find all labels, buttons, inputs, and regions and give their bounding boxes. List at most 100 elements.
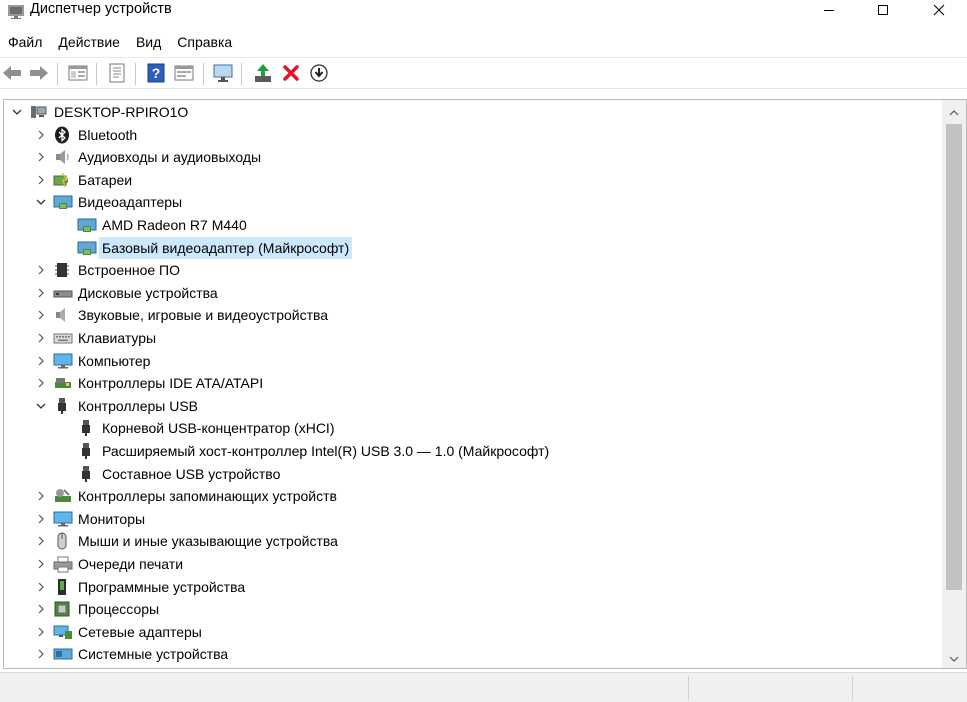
tree-category[interactable]: Звуковые, игровые и видеоустройства	[4, 304, 934, 326]
chevron-down-icon[interactable]	[10, 105, 24, 119]
display-adapter-icon	[53, 193, 73, 211]
tree-device-item[interactable]: Базовый видеоадаптер (Майкрософт)	[4, 236, 934, 259]
tree-category[interactable]: Программные устройства	[4, 576, 934, 598]
tree-item-label: Программные устройства	[78, 578, 246, 595]
tree-device-item[interactable]: AMD Radeon R7 M440	[4, 214, 934, 236]
tree-item-label: Батареи	[78, 171, 133, 188]
vertical-scrollbar[interactable]	[942, 100, 966, 668]
tree-category[interactable]: Клавиатуры	[4, 327, 934, 349]
scroll-down-button[interactable]	[942, 646, 966, 668]
chevron-right-icon[interactable]	[34, 534, 48, 548]
tree-device-item[interactable]: Составное USB устройство	[4, 463, 934, 485]
tree-category[interactable]: Bluetooth	[4, 124, 934, 146]
tree-item-label: Мониторы	[78, 510, 146, 527]
tree-root-computer[interactable]: DESKTOP-RPIRO1O	[4, 101, 934, 123]
chevron-right-icon[interactable]	[34, 263, 48, 277]
chevron-right-icon[interactable]	[34, 308, 48, 322]
tree-category[interactable]: Встроенное ПО	[4, 259, 934, 281]
tree-item-label: Встроенное ПО	[78, 262, 180, 279]
menu-help[interactable]: Справка	[169, 30, 240, 54]
device-manager-icon	[7, 3, 25, 19]
close-button[interactable]	[916, 0, 962, 22]
ide-controller-icon	[53, 374, 71, 392]
tree-item-label: Расширяемый хост-контроллер Intel(R) USB…	[102, 443, 550, 459]
chevron-right-icon[interactable]	[34, 286, 48, 300]
document-button[interactable]	[106, 63, 128, 85]
sound-icon	[53, 306, 71, 324]
status-pane-divider	[852, 676, 853, 700]
storage-controller-icon	[53, 487, 71, 505]
tree-category[interactable]: Сетевые адаптеры	[4, 621, 934, 643]
tree-category[interactable]: Очереди печати	[4, 553, 934, 575]
tree-category[interactable]: Мониторы	[4, 508, 934, 530]
cpu-icon	[53, 600, 71, 618]
chevron-right-icon[interactable]	[34, 602, 48, 616]
scan-hardware-button[interactable]	[212, 63, 234, 85]
video-child-icon	[77, 216, 97, 234]
tree-category[interactable]: Мыши и иные указывающие устройства	[4, 530, 934, 552]
view-button[interactable]	[173, 63, 195, 85]
tree-item-label: Контроллеры IDE ATA/ATAPI	[78, 375, 264, 392]
scrollbar-thumb[interactable]	[946, 124, 962, 590]
menu-action[interactable]: Действие	[50, 30, 128, 54]
minimize-button[interactable]	[806, 0, 852, 22]
chevron-right-icon[interactable]	[34, 376, 48, 390]
tree-device-item[interactable]: Корневой USB-концентратор (xHCI)	[4, 417, 934, 439]
menu-view[interactable]: Вид	[128, 30, 169, 54]
usb-child-icon	[77, 442, 95, 460]
tree-category[interactable]: Видеоадаптеры	[4, 191, 934, 213]
battery-icon	[53, 171, 71, 189]
tree-category[interactable]: Контроллеры запоминающих устройств	[4, 485, 934, 507]
chevron-down-icon	[949, 649, 959, 665]
tree-item-label: DESKTOP-RPIRO1O	[54, 104, 189, 120]
tree-item-label: AMD Radeon R7 M440	[102, 217, 247, 233]
download-button[interactable]	[308, 63, 330, 85]
svg-text:?: ?	[152, 65, 161, 81]
tree-category[interactable]: Батареи	[4, 169, 934, 191]
chevron-down-icon[interactable]	[34, 195, 48, 209]
tree-category[interactable]: Контроллеры USB	[4, 395, 934, 417]
chevron-right-icon[interactable]	[34, 512, 48, 526]
tree-category[interactable]: Процессоры	[4, 598, 934, 620]
chevron-right-icon[interactable]	[34, 580, 48, 594]
properties-window-button[interactable]	[67, 63, 89, 85]
menu-file[interactable]: Файл	[0, 30, 50, 54]
tree-category[interactable]: Дисковые устройства	[4, 282, 934, 304]
tree-item-label: Видеоадаптеры	[78, 194, 183, 211]
tree-category[interactable]: Системные устройства	[4, 643, 934, 665]
scroll-up-button[interactable]	[942, 100, 966, 122]
device-tree[interactable]: DESKTOP-RPIRO1O Bluetooth Аудиовходы и ауд…	[4, 100, 940, 668]
toolbar-separator	[96, 63, 97, 85]
tree-device-item[interactable]: Расширяемый хост-контроллер Intel(R) USB…	[4, 440, 934, 462]
chevron-up-icon	[949, 103, 959, 119]
chevron-right-icon[interactable]	[34, 173, 48, 187]
back-button[interactable]	[1, 63, 23, 85]
chevron-down-icon[interactable]	[34, 399, 48, 413]
menu-bar: Файл Действие Вид Справка	[0, 30, 967, 54]
chevron-right-icon[interactable]	[34, 489, 48, 503]
chevron-right-icon[interactable]	[34, 150, 48, 164]
chevron-right-icon[interactable]	[34, 128, 48, 142]
chevron-right-icon[interactable]	[34, 625, 48, 639]
printer-icon	[53, 555, 73, 573]
toolbar: ?	[0, 57, 967, 89]
software-device-icon	[53, 578, 71, 596]
chevron-right-icon[interactable]	[34, 557, 48, 571]
tree-category[interactable]: Компьютер	[4, 350, 934, 372]
help-button[interactable]: ?	[145, 63, 167, 85]
chevron-right-icon[interactable]	[34, 331, 48, 345]
tree-item-label: Базовый видеоадаптер (Майкрософт)	[99, 236, 353, 259]
tree-item-label: Очереди печати	[78, 556, 184, 572]
chevron-right-icon[interactable]	[34, 647, 48, 661]
maximize-button[interactable]	[860, 0, 906, 22]
tree-category[interactable]: Аудиовходы и аудиовыходы	[4, 146, 934, 168]
keyboard-icon	[53, 329, 73, 347]
forward-button[interactable]	[28, 63, 50, 85]
uninstall-button[interactable]	[280, 63, 302, 85]
view-icon	[174, 64, 194, 85]
disk-icon	[53, 284, 73, 302]
update-driver-button[interactable]	[252, 63, 274, 85]
minimize-icon	[823, 3, 835, 19]
tree-category[interactable]: Контроллеры IDE ATA/ATAPI	[4, 372, 934, 394]
chevron-right-icon[interactable]	[34, 354, 48, 368]
